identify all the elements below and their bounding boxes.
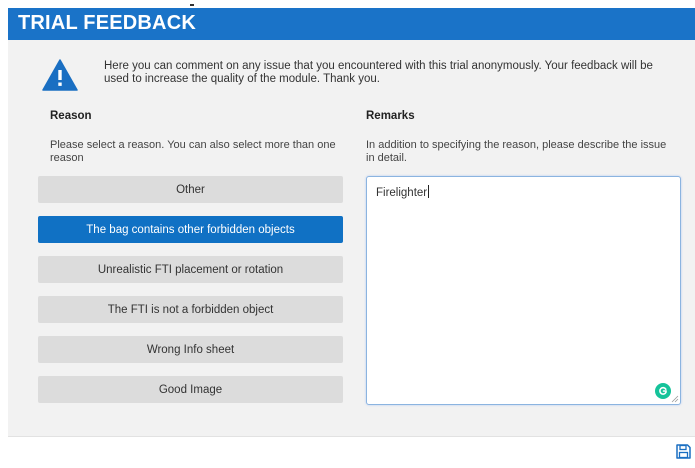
reason-option-label: Good Image — [158, 383, 223, 396]
reason-option-label: Unrealistic FTI placement or rotation — [97, 263, 284, 276]
reason-description: Please select a reason. You can also sel… — [50, 139, 336, 164]
grammarly-icon[interactable] — [655, 383, 671, 399]
text-caret — [428, 185, 430, 198]
reason-option-good-image[interactable]: Good Image — [38, 376, 343, 403]
footer-divider — [8, 436, 695, 437]
reason-option-label: Other — [176, 183, 205, 196]
remarks-value: Firelighter — [376, 187, 428, 199]
remarks-heading: Remarks — [366, 110, 415, 122]
grammarly-glyph — [659, 386, 667, 395]
reason-option-forbidden-objects[interactable]: The bag contains other forbidden objects — [38, 216, 343, 243]
reason-option-label: The bag contains other forbidden objects — [86, 223, 295, 236]
header-bar: TRIAL FEEDBACK — [8, 8, 695, 40]
info-message: Here you can comment on any issue that y… — [104, 60, 653, 85]
remarks-text: Firelighter — [376, 185, 430, 199]
reason-heading: Reason — [50, 110, 92, 122]
save-icon[interactable] — [676, 444, 691, 459]
reason-option-label: The FTI is not a forbidden object — [107, 303, 274, 316]
warning-icon — [42, 59, 78, 91]
reason-option-wrong-info-sheet[interactable]: Wrong Info sheet — [38, 336, 343, 363]
reason-option-unrealistic-placement[interactable]: Unrealistic FTI placement or rotation — [38, 256, 343, 283]
reason-option-other[interactable]: Other — [38, 176, 343, 203]
remarks-textarea[interactable]: Firelighter — [366, 176, 681, 405]
reason-option-label: Wrong Info sheet — [146, 343, 235, 356]
page-title: TRIAL FEEDBACK — [18, 12, 196, 34]
reason-option-not-forbidden[interactable]: The FTI is not a forbidden object — [38, 296, 343, 323]
remarks-description: In addition to specifying the reason, pl… — [366, 139, 667, 164]
resize-handle[interactable] — [671, 395, 679, 403]
top-tick-mark — [190, 4, 194, 6]
top-strip — [0, 0, 695, 8]
